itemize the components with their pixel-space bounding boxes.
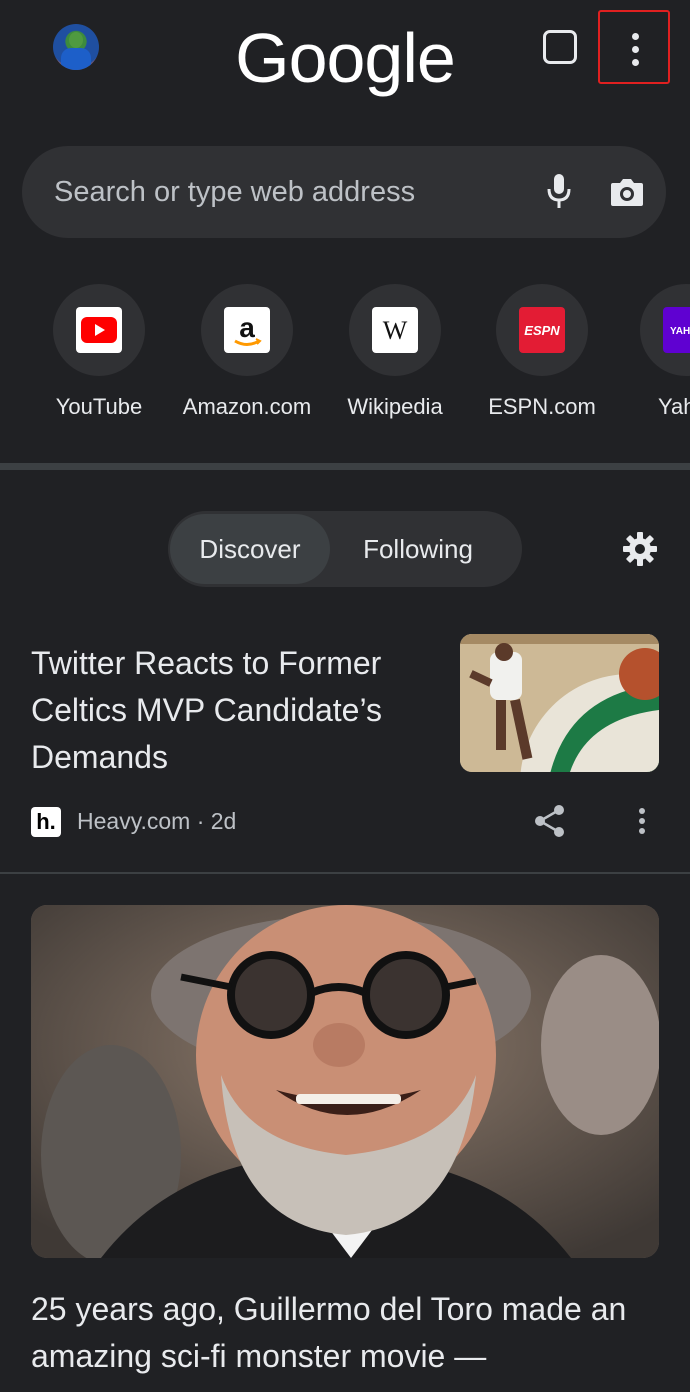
espn-icon: ESPN	[519, 307, 565, 353]
svg-text:a: a	[239, 312, 255, 343]
gear-icon[interactable]	[622, 531, 658, 567]
search-box[interactable]: Search or type web address	[22, 146, 666, 238]
article-thumbnail[interactable]	[460, 634, 659, 772]
search-input[interactable]: Search or type web address	[54, 176, 415, 209]
tab-switcher-button[interactable]	[541, 28, 577, 64]
shortcut-amazon[interactable]: a Amazon.com	[172, 284, 322, 420]
section-divider	[0, 872, 690, 874]
svg-text:W: W	[383, 316, 408, 345]
shortcut-label: ESPN.com	[488, 394, 596, 419]
microphone-icon[interactable]	[546, 174, 572, 210]
article-title[interactable]: 25 years ago, Guillermo del Toro made an…	[31, 1286, 661, 1380]
svg-text:YAHOO: YAHOO	[670, 326, 690, 337]
shortcut-label: Wikipedia	[347, 394, 443, 419]
google-logo: Google	[235, 19, 456, 97]
article-source: Heavy.com · 2d	[77, 808, 237, 834]
yahoo-icon: YAHOO	[663, 307, 690, 353]
amazon-icon: a	[224, 307, 270, 353]
tab-switcher-icon	[543, 30, 577, 64]
section-divider	[0, 463, 690, 470]
share-icon[interactable]	[534, 804, 566, 838]
shortcut-wikipedia[interactable]: W Wikipedia	[320, 284, 470, 420]
camera-lens-icon[interactable]	[610, 177, 644, 207]
source-logo: h.	[31, 807, 61, 837]
youtube-icon	[76, 307, 122, 353]
article-title[interactable]: Twitter Reacts to Former Celtics MVP Can…	[31, 640, 431, 781]
feed-toggle: Discover Following	[168, 511, 522, 587]
more-options-button[interactable]	[598, 10, 670, 84]
shortcut-label: YouTube	[55, 394, 143, 419]
svg-text:ESPN: ESPN	[524, 323, 560, 337]
tab-following[interactable]: Following	[338, 514, 498, 584]
article-hero-image[interactable]	[31, 905, 659, 1258]
shortcut-yahoo[interactable]: YAHOO Yah	[615, 284, 690, 420]
article-more-button[interactable]	[630, 806, 654, 836]
shortcut-label: Amazon.com	[182, 394, 312, 419]
shortcut-espn[interactable]: ESPN ESPN.com	[467, 284, 617, 420]
wikipedia-icon: W	[372, 307, 418, 353]
shortcut-youtube[interactable]: YouTube	[24, 284, 174, 420]
tab-discover[interactable]: Discover	[170, 514, 330, 584]
shortcut-label: Yah	[658, 394, 690, 419]
